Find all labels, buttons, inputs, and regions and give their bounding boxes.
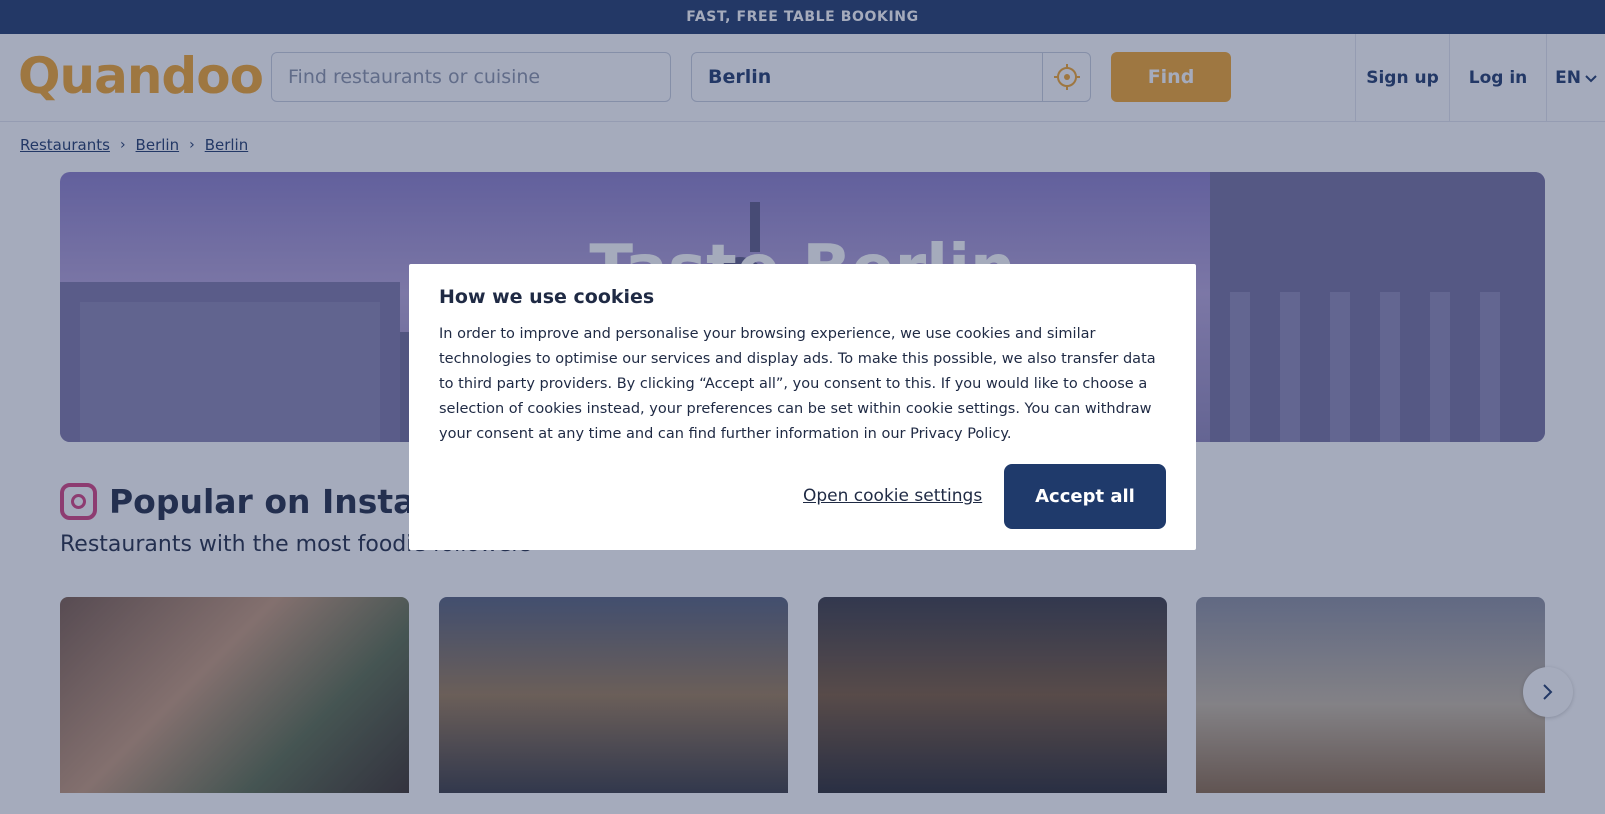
open-cookie-settings-link[interactable]: Open cookie settings: [803, 486, 993, 506]
cookie-dialog-body: In order to improve and personalise your…: [439, 326, 1156, 442]
cookie-consent-dialog: How we use cookies In order to improve a…: [409, 264, 1196, 550]
accept-all-button[interactable]: Accept all: [1004, 464, 1166, 529]
cookie-dialog-title: How we use cookies: [439, 286, 655, 308]
